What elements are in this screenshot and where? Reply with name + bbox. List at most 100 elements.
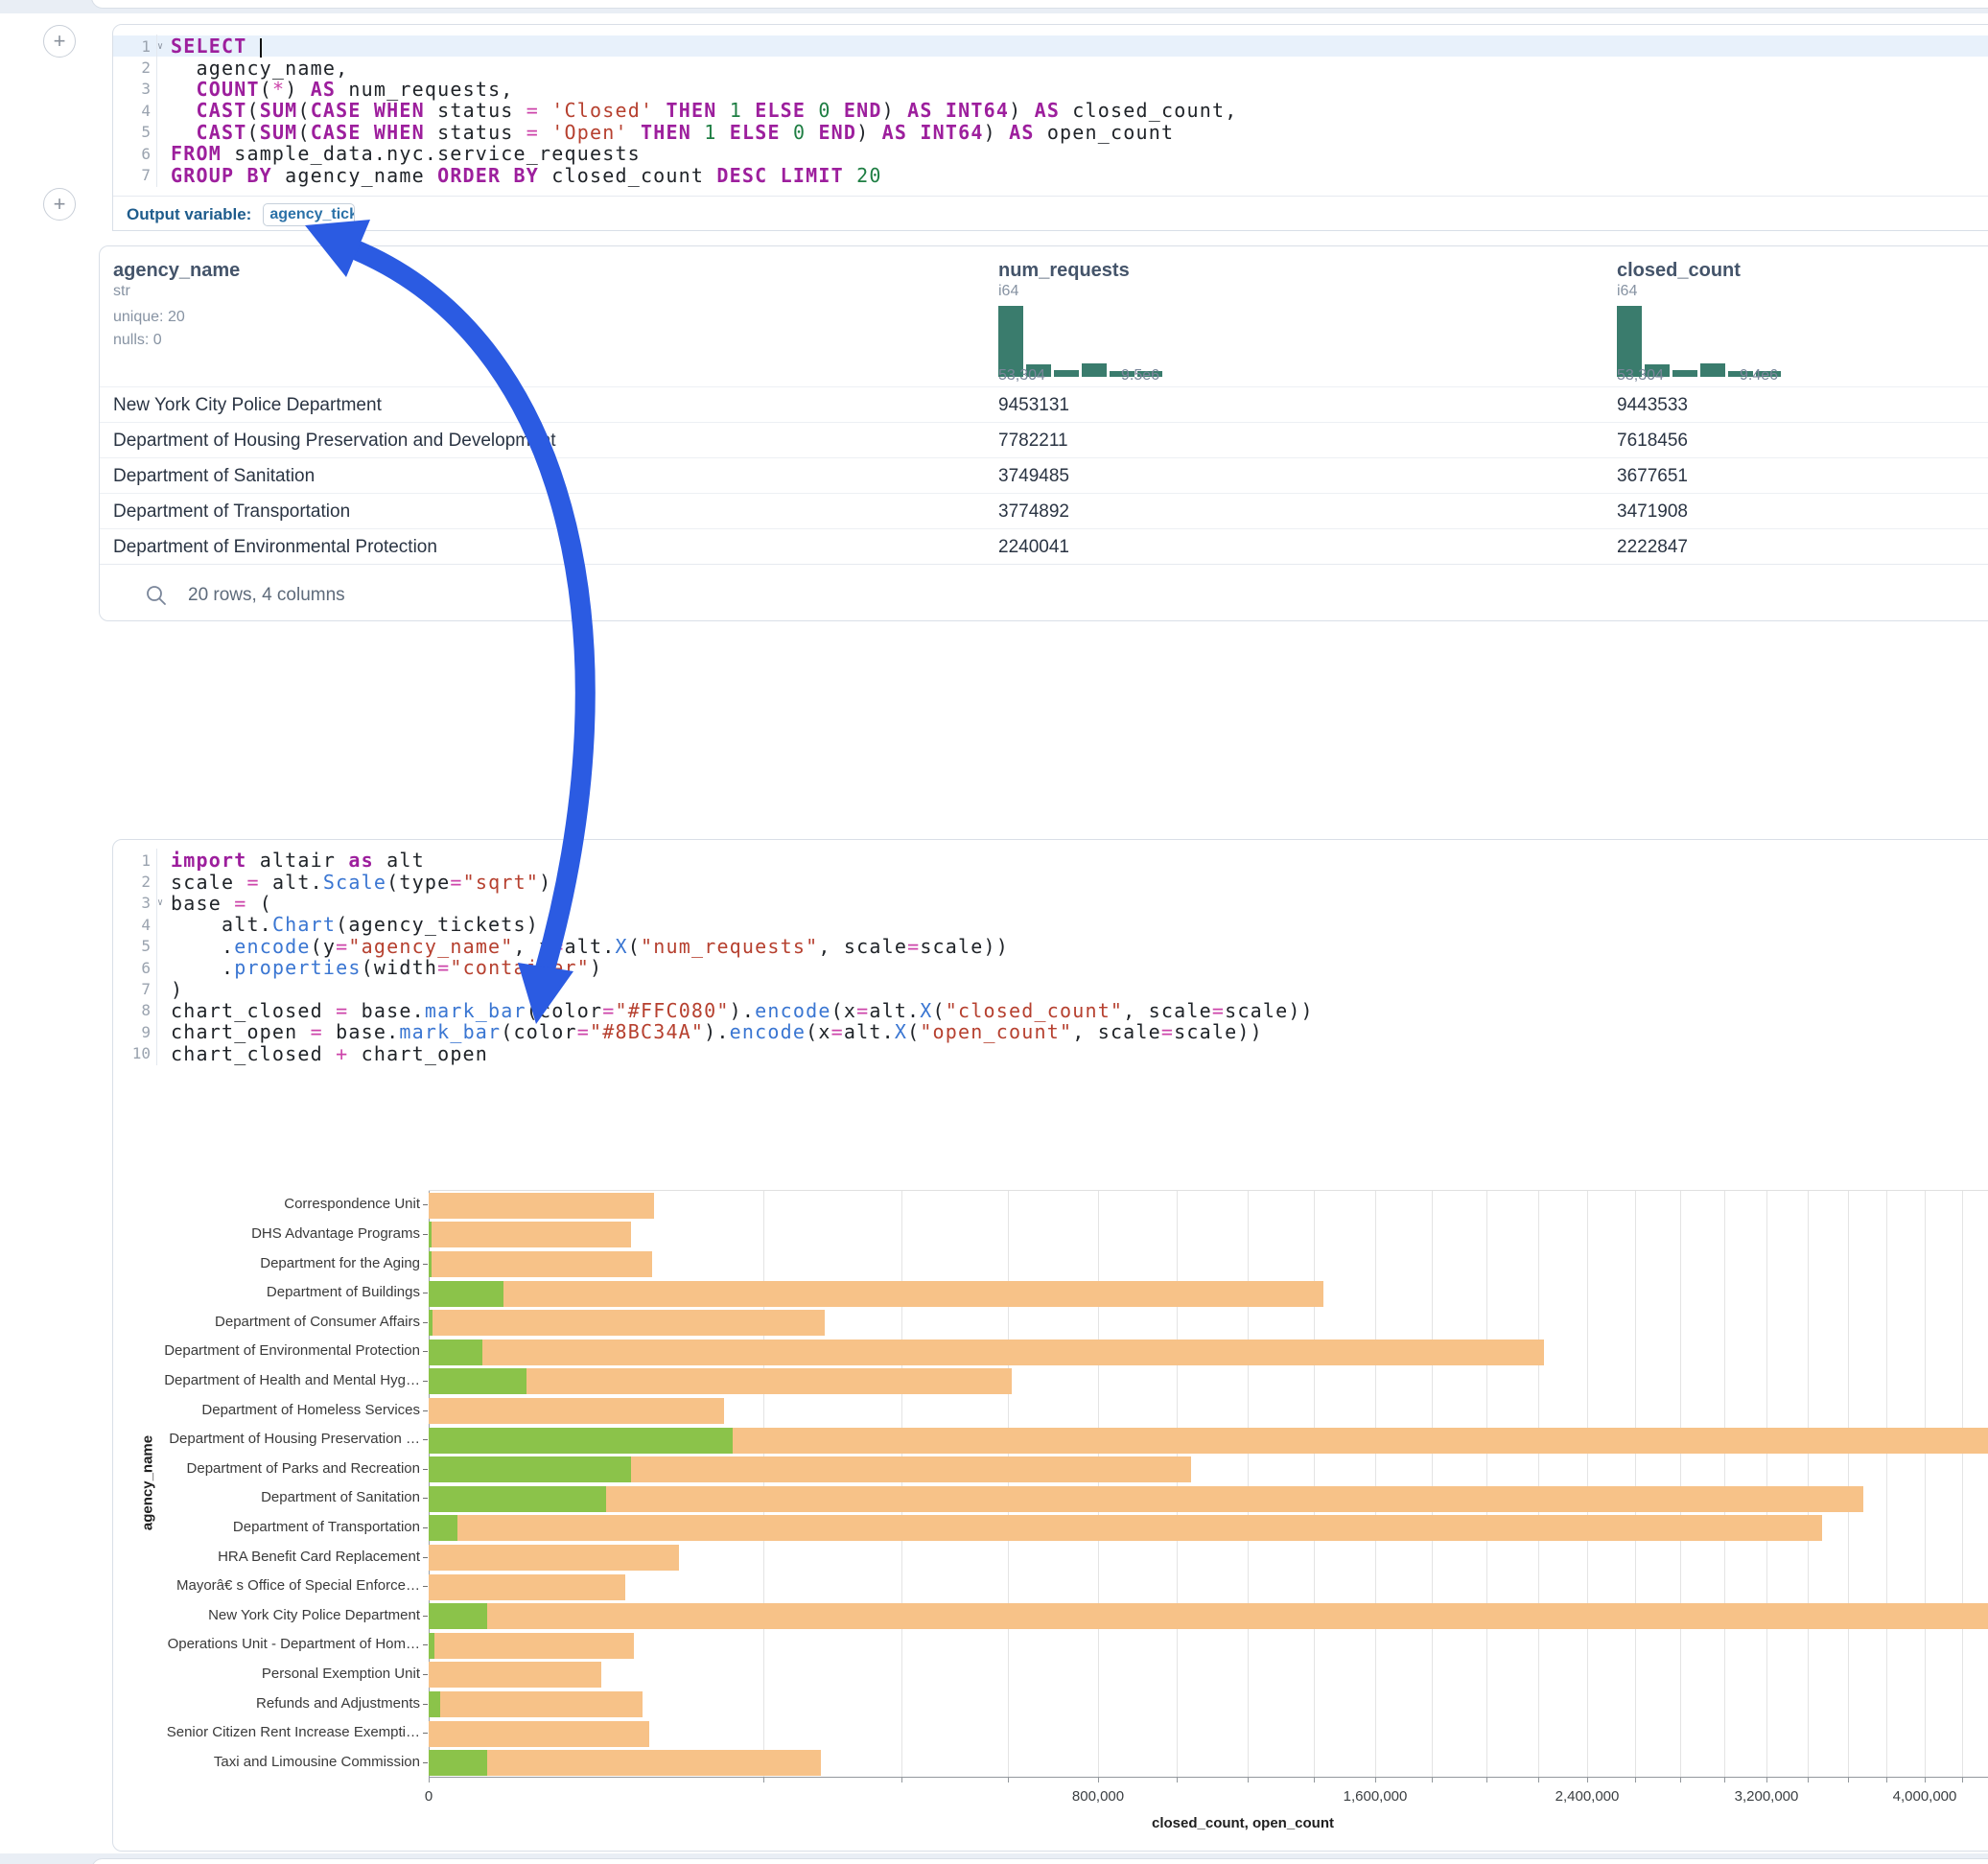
table-cell: 3677651 (1617, 466, 1688, 487)
x-axis-tick (1848, 1777, 1849, 1782)
x-axis-tick (1314, 1777, 1315, 1782)
sql-code-editor[interactable]: 1∨SELECT 2 agency_name,3 COUNT(*) AS num… (113, 35, 1988, 186)
code-line[interactable]: 4 CAST(SUM(CASE WHEN status = 'Closed' T… (113, 100, 1988, 121)
histogram-min-label: 53,304 (998, 367, 1045, 384)
line-number: 8 (113, 1001, 156, 1019)
table-cell: Department of Transportation (113, 501, 350, 523)
altair-chart-output: Correspondence UnitDHS Advantage Program… (113, 1166, 1988, 1851)
table-cell: 3749485 (998, 466, 1069, 487)
histogram-max-label: 9.5e6 (1121, 367, 1159, 384)
table-row[interactable]: Department of Sanitation 3749485 3677651 (100, 457, 1988, 493)
x-axis-tick (1375, 1777, 1376, 1782)
column-type-label: str (113, 283, 130, 300)
code-text: agency_name, (156, 57, 348, 80)
closed-count-bar (429, 1721, 649, 1747)
histogram-bar (998, 306, 1023, 377)
closed-count-bar (429, 1545, 679, 1571)
python-code-editor[interactable]: 1import altair as alt2scale = alt.Scale(… (113, 850, 1988, 1064)
table-row[interactable]: Department of Environmental Protection22… (100, 528, 1988, 564)
code-line[interactable]: 2scale = alt.Scale(type="sqrt") (113, 871, 1988, 892)
code-line[interactable]: 1import altair as alt (113, 850, 1988, 871)
histogram-bar (1617, 306, 1642, 377)
column-header[interactable]: closed_count (1617, 260, 1741, 282)
y-axis-tick (423, 1381, 428, 1382)
code-line[interactable]: 6FROM sample_data.nyc.service_requests (113, 143, 1988, 164)
gridline (1314, 1191, 1315, 1777)
fold-chevron-icon[interactable]: ∨ (157, 897, 163, 908)
closed-count-bar (429, 1251, 652, 1277)
table-row[interactable]: New York City Police Department945313194… (100, 386, 1988, 422)
code-line[interactable]: 9chart_open = base.mark_bar(color="#8BC3… (113, 1021, 1988, 1042)
table-cell: Department of Housing Preservation and D… (113, 431, 556, 452)
x-axis-tick (1962, 1777, 1963, 1782)
y-axis-tick (423, 1322, 428, 1323)
add-cell-button[interactable]: + (43, 25, 76, 58)
code-text: scale = alt.Scale(type="sqrt") (156, 871, 551, 894)
line-number: 6 (113, 959, 156, 977)
fold-chevron-icon[interactable]: ∨ (157, 41, 163, 52)
line-number: 10 (113, 1044, 156, 1062)
code-line[interactable]: 3∨base = ( (113, 893, 1988, 914)
code-line[interactable]: 5 CAST(SUM(CASE WHEN status = 'Open' THE… (113, 122, 1988, 143)
y-axis-tick (423, 1704, 428, 1705)
code-line[interactable]: 6 .properties(width="container") (113, 957, 1988, 978)
code-line[interactable]: 10chart_closed + chart_open (113, 1043, 1988, 1064)
output-variable-label: Output variable: (127, 205, 251, 224)
open-count-bar (429, 1222, 432, 1247)
table-cell: 3774892 (998, 501, 1069, 523)
gridline (1724, 1191, 1725, 1777)
y-axis-tick (423, 1527, 428, 1528)
column-header[interactable]: num_requests (998, 260, 1130, 282)
code-text: ) (156, 978, 183, 1001)
code-line[interactable]: 8chart_closed = base.mark_bar(color="#FF… (113, 1000, 1988, 1021)
gridline (1008, 1191, 1009, 1777)
code-line[interactable]: 7GROUP BY agency_name ORDER BY closed_co… (113, 164, 1988, 185)
y-axis-category-label: Department of Buildings (132, 1284, 420, 1300)
y-axis-tick (423, 1586, 428, 1587)
table-row[interactable]: Department of Housing Preservation and D… (100, 422, 1988, 457)
gridline (1375, 1191, 1376, 1777)
y-axis-category-label: Department of Health and Mental Hyg… (132, 1372, 420, 1388)
code-text: COUNT(*) AS num_requests, (156, 78, 514, 101)
open-count-bar (429, 1750, 487, 1776)
result-table-card: agency_namestrunique: 20nulls: 0num_requ… (99, 245, 1988, 621)
code-line[interactable]: 7) (113, 978, 1988, 999)
column-type-label: i64 (1617, 283, 1637, 300)
table-row[interactable]: Department of Transportation377489234719… (100, 493, 1988, 528)
y-axis-tick (423, 1733, 428, 1734)
closed-count-bar (429, 1310, 825, 1336)
column-header[interactable]: agency_name (113, 260, 240, 282)
gridline (1635, 1191, 1636, 1777)
x-axis-tick-label: 0 (425, 1788, 433, 1805)
table-cell: Department of Environmental Protection (113, 537, 437, 558)
y-axis-category-label: Department of Parks and Recreation (132, 1460, 420, 1477)
closed-count-bar (429, 1193, 654, 1219)
output-variable-pill[interactable]: agency_tickets (263, 203, 355, 226)
search-icon[interactable] (146, 585, 167, 606)
y-axis-title: agency_name (140, 1435, 156, 1531)
code-line[interactable]: 1∨SELECT (113, 35, 1988, 57)
table-cell: Department of Sanitation (113, 466, 315, 487)
y-axis-category-label: Personal Exemption Unit (132, 1666, 420, 1682)
x-axis-tick (1808, 1777, 1809, 1782)
x-axis-tick-label: 800,000 (1072, 1788, 1124, 1805)
code-line[interactable]: 4 alt.Chart(agency_tickets) (113, 914, 1988, 935)
closed-count-bar (429, 1486, 1863, 1512)
gridline (1177, 1191, 1178, 1777)
open-count-bar (429, 1428, 733, 1454)
y-axis-tick (423, 1469, 428, 1470)
x-axis-tick-label: 1,600,000 (1344, 1788, 1408, 1805)
add-cell-button[interactable]: + (43, 188, 76, 221)
x-axis-tick (1486, 1777, 1487, 1782)
gridline (1098, 1191, 1099, 1777)
axis-zero-line (429, 1191, 430, 1777)
x-axis-tick (1587, 1777, 1588, 1782)
y-axis-category-label: Correspondence Unit (132, 1196, 420, 1212)
code-line[interactable]: 5 .encode(y="agency_name", x=alt.X("num_… (113, 936, 1988, 957)
code-line[interactable]: 3 COUNT(*) AS num_requests, (113, 79, 1988, 100)
closed-count-bar (429, 1340, 1544, 1365)
code-line[interactable]: 2 agency_name, (113, 57, 1988, 78)
x-axis-tick (1766, 1777, 1767, 1782)
gridline (1848, 1191, 1849, 1777)
table-cell: 9453131 (998, 395, 1069, 416)
